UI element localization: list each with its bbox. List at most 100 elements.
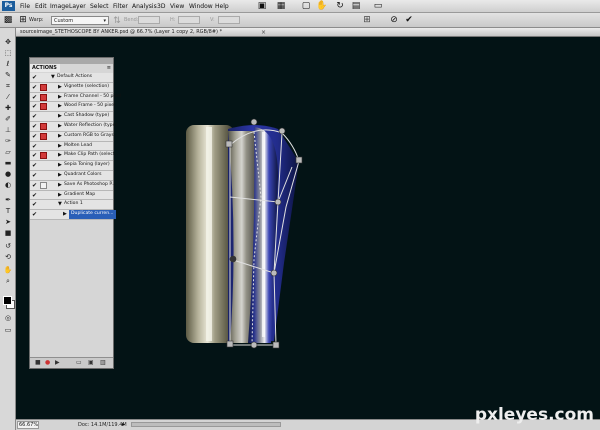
orientation-icon[interactable]: ⇅ [112, 16, 122, 26]
menu-analysis[interactable]: Analysis [132, 2, 157, 11]
toggle-icon[interactable]: ▼ [58, 201, 62, 208]
toggle-icon[interactable]: ▶ [58, 143, 62, 150]
bend-field[interactable] [138, 16, 160, 24]
menu-view[interactable]: View [170, 2, 184, 11]
quick-mask-icon[interactable]: ◎ [3, 314, 13, 322]
action-row[interactable]: ✔ ▶ Vignette (selection) [30, 82, 113, 93]
v-distortion-field[interactable] [218, 16, 240, 24]
healing-brush-icon[interactable]: ✚ [3, 104, 13, 112]
eraser-tool-icon[interactable]: ▱ [3, 148, 13, 156]
dialog-toggle-icon[interactable] [40, 103, 47, 111]
check-icon[interactable]: ✔ [32, 74, 37, 81]
action-row[interactable]: ✔ ▶ Save As Photoshop P... [30, 180, 116, 191]
action-row[interactable]: ✔ ▶ Molten Lead [30, 141, 113, 152]
toggle-icon[interactable]: ▶ [58, 182, 62, 189]
horizontal-scrollbar[interactable] [131, 422, 281, 427]
menu-3d[interactable]: 3D [157, 2, 165, 11]
3d-orbit-icon[interactable]: ⟲ [3, 253, 13, 261]
toggle-icon[interactable]: ▶ [58, 192, 62, 199]
zoom-tool-icon[interactable]: ⌕ [3, 277, 13, 285]
action-row-selected[interactable]: ✔ ▶ Duplicate curren... [30, 210, 116, 220]
warp-style-select[interactable]: Custom ▾ [51, 16, 109, 25]
check-icon[interactable]: ✔ [32, 192, 37, 199]
check-icon[interactable]: ✔ [32, 182, 37, 189]
marquee-tool-icon[interactable]: ⬚ [3, 49, 13, 57]
check-icon[interactable]: ✔ [32, 143, 37, 150]
rotate-view-icon[interactable]: ↻ [334, 1, 346, 11]
dialog-toggle-icon[interactable] [40, 132, 47, 140]
menu-file[interactable]: File [20, 2, 30, 11]
menu-filter[interactable]: Filter [113, 2, 128, 11]
toggle-icon[interactable]: ▶ [58, 103, 62, 110]
action-row[interactable]: ✔ ▶ Custom RGB to Grays... [30, 131, 118, 142]
action-row[interactable]: ✔ ▼ Action 1 [30, 200, 113, 211]
dodge-tool-icon[interactable]: ◐ [3, 181, 13, 189]
action-row[interactable]: ✔ ▼ Default Actions [30, 73, 113, 83]
toggle-icon[interactable]: ▼ [51, 74, 55, 81]
panel-menu-icon[interactable]: ≡ [107, 64, 111, 72]
pen-tool-icon[interactable]: ✒ [3, 196, 13, 204]
play-icon[interactable]: ▶ [55, 359, 60, 367]
chevron-right-icon[interactable]: ▸ [122, 420, 125, 429]
check-icon[interactable]: ✔ [32, 123, 37, 130]
check-icon[interactable]: ✔ [32, 162, 37, 169]
blur-tool-icon[interactable]: ● [3, 170, 13, 178]
menu-edit[interactable]: Edit [35, 2, 47, 11]
action-row[interactable]: ✔ ▶ Quadrant Colors [30, 170, 113, 181]
menu-window[interactable]: Window [189, 2, 213, 11]
toggle-icon[interactable]: ▶ [58, 162, 62, 169]
clone-stamp-icon[interactable]: ⊥ [3, 126, 13, 134]
screen-mode-icon[interactable]: ▭ [372, 1, 384, 11]
type-tool-icon[interactable]: T [3, 207, 13, 215]
screen-mode-tool-icon[interactable]: ▭ [3, 326, 13, 334]
shape-tool-icon[interactable]: ■ [3, 229, 13, 237]
gradient-tool-icon[interactable]: ▬ [3, 159, 13, 167]
toggle-icon[interactable]: ▶ [58, 94, 62, 101]
check-icon[interactable]: ✔ [32, 113, 37, 120]
3d-rotate-icon[interactable]: ↺ [3, 242, 13, 250]
check-icon[interactable]: ✔ [32, 152, 37, 159]
view-extras-icon[interactable]: ▦ [275, 1, 287, 11]
transform-mode-icon[interactable]: ⊞ [362, 15, 372, 25]
toggle-icon[interactable]: ▶ [58, 133, 62, 140]
document-tab[interactable]: sourceimage_STETHOSCOPE BY ANKER.psd @ 6… [16, 28, 600, 37]
menu-select[interactable]: Select [90, 2, 109, 11]
commit-transform-icon[interactable]: ✔ [404, 15, 414, 25]
action-row[interactable]: ✔ ▶ Make Clip Path (select... [30, 151, 119, 162]
eyedropper-tool-icon[interactable]: ⁄ [3, 93, 13, 101]
action-row[interactable]: ✔ ▶ Wood Frame - 50 pixel [30, 102, 115, 113]
action-row[interactable]: ✔ ▶ Gradient Map [30, 190, 113, 201]
check-icon[interactable]: ✔ [32, 84, 37, 91]
toggle-icon[interactable]: ▶ [63, 211, 67, 218]
check-icon[interactable]: ✔ [32, 103, 37, 110]
hand-tool-icon[interactable]: ✋ [3, 266, 13, 274]
toggle-icon[interactable]: ▶ [58, 123, 62, 130]
new-set-icon[interactable]: ▭ [76, 359, 82, 367]
lasso-tool-icon[interactable]: ℓ [3, 60, 13, 68]
stop-icon[interactable]: ■ [35, 359, 41, 367]
menu-help[interactable]: Help [215, 2, 229, 11]
new-action-icon[interactable]: ▣ [88, 359, 94, 367]
action-row[interactable]: ✔ ▶ Cast Shadow (type) [30, 112, 113, 122]
crop-tool-icon[interactable]: ⌗ [3, 82, 13, 90]
check-icon[interactable]: ✔ [32, 133, 37, 140]
foreground-color-swatch[interactable] [3, 296, 12, 305]
arrange-documents-icon[interactable]: ▤ [350, 1, 362, 11]
close-icon[interactable]: × [261, 28, 266, 37]
menu-image[interactable]: Image [50, 2, 69, 11]
record-icon[interactable]: ● [45, 359, 50, 367]
toggle-icon[interactable]: ▶ [58, 172, 62, 179]
check-icon[interactable]: ✔ [32, 201, 37, 208]
zoom-level-icon[interactable]: ▢ [300, 1, 312, 11]
dialog-toggle-icon[interactable] [40, 93, 47, 101]
menu-layer[interactable]: Layer [69, 2, 86, 11]
action-row[interactable]: ✔ ▶ Water Reflection (type) [30, 121, 117, 132]
brush-tool-icon[interactable]: ✐ [3, 115, 13, 123]
hand-icon[interactable]: ✋ [316, 1, 328, 11]
path-select-icon[interactable]: ➤ [3, 218, 13, 226]
cancel-transform-icon[interactable]: ⊘ [389, 15, 399, 25]
check-icon[interactable]: ✔ [32, 172, 37, 179]
toggle-icon[interactable]: ▶ [58, 152, 62, 159]
warp-grid-icon[interactable]: ⊞ [18, 15, 28, 25]
quick-select-tool-icon[interactable]: ✎ [3, 71, 13, 79]
